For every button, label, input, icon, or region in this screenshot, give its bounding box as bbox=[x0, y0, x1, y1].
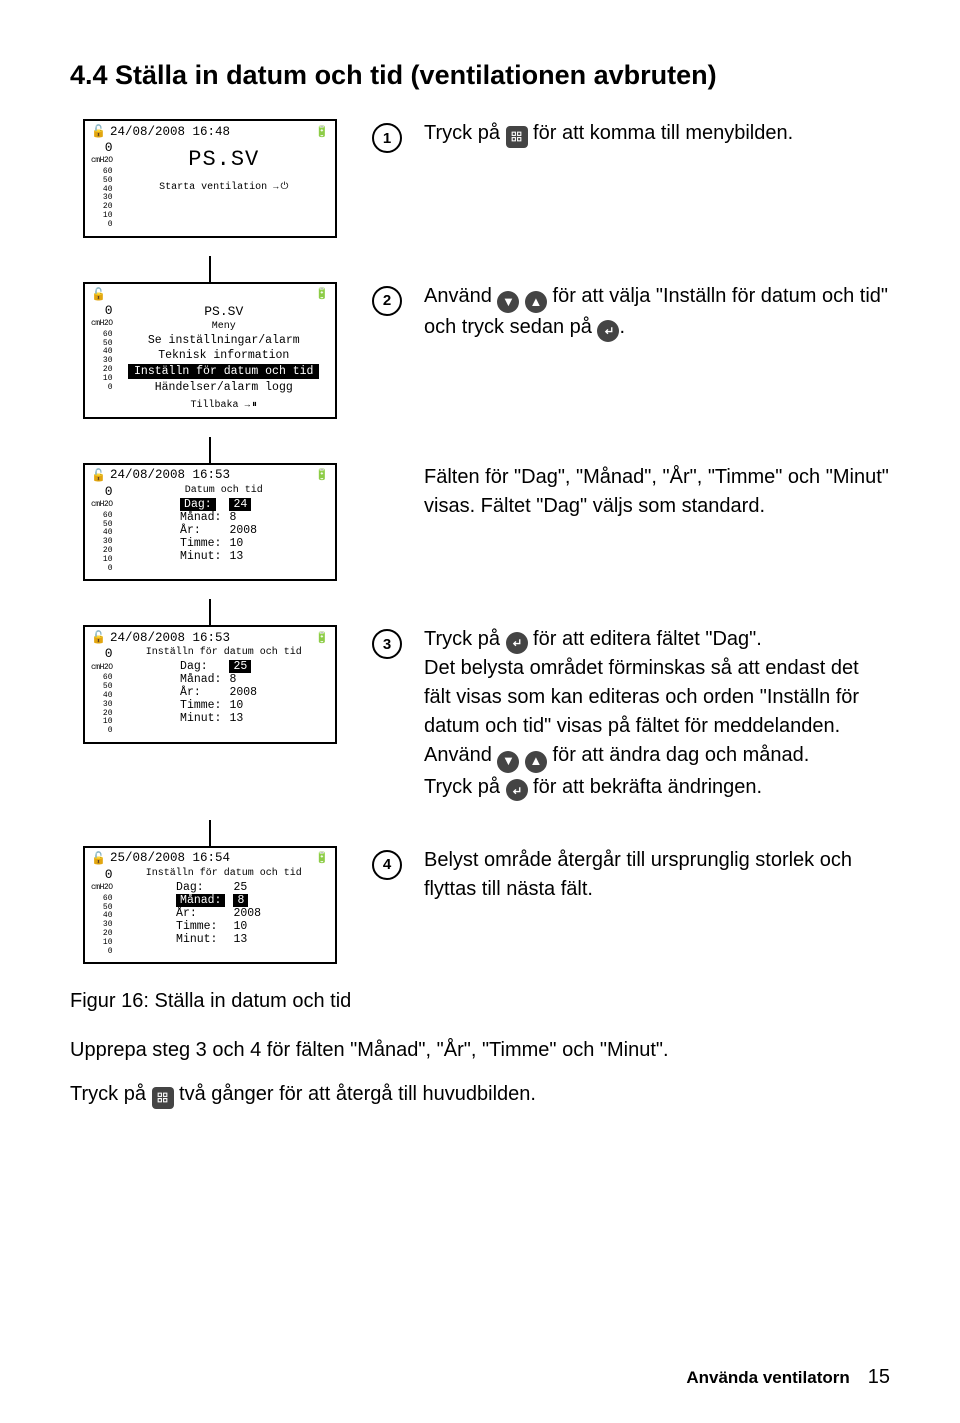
page-footer: Använda ventilatorn 15 bbox=[686, 1366, 890, 1389]
step-5-text: Belyst område återgår till ursprunglig s… bbox=[424, 846, 890, 904]
lock-icon: 🔓 bbox=[91, 468, 106, 483]
y-axis: 0 cmH2O 605040 302010 0 bbox=[91, 868, 113, 957]
screen-timestamp: 24/08/2008 16:48 bbox=[110, 125, 230, 139]
battery-icon: 🔋 bbox=[315, 851, 329, 865]
step-1-text: Tryck på för att komma till menybilden. bbox=[424, 119, 890, 148]
screen-timestamp: 24/08/2008 16:53 bbox=[110, 631, 230, 645]
screen-2-menu: 🔓 🔋 0 cmH2O 605040 302010 0 PS.SV Meny S… bbox=[83, 282, 337, 419]
y-axis: 0 cmH2O 605040 302010 0 bbox=[91, 485, 113, 574]
battery-icon: 🔋 bbox=[315, 125, 329, 139]
bottom-para-2: Tryck på två gånger för att återgå till … bbox=[70, 1079, 890, 1109]
bottom-para-1: Upprepa steg 3 och 4 för fälten "Månad",… bbox=[70, 1035, 890, 1065]
lock-icon: 🔓 bbox=[91, 851, 106, 866]
enter-button-icon bbox=[506, 632, 528, 654]
down-button-icon: ▼ bbox=[497, 291, 519, 313]
screen-4-edit-day: 🔓 24/08/2008 16:53 🔋 0 cmH2O 605040 3020… bbox=[83, 625, 337, 744]
y-axis: 0 cmH2O 605040 302010 0 bbox=[91, 647, 113, 736]
step-badge-1: 1 bbox=[372, 123, 402, 153]
step-badge-3: 3 bbox=[372, 629, 402, 659]
menu-button-icon bbox=[506, 126, 528, 148]
figure-caption: Figur 16: Ställa in datum och tid bbox=[70, 990, 890, 1013]
menu-item: Händelser/alarm logg bbox=[117, 381, 331, 394]
datetime-table: Dag:25 Månad:8 År:2008 Timme:10 Minut:13 bbox=[172, 881, 275, 946]
screen-footer: Tillbaka →⏸ bbox=[191, 396, 257, 411]
step-4-text: Tryck på för att editera fältet "Dag". D… bbox=[424, 625, 890, 801]
battery-icon: 🔋 bbox=[315, 631, 329, 645]
lock-icon: 🔓 bbox=[91, 124, 106, 139]
enter-button-icon bbox=[506, 779, 528, 801]
lock-icon: 🔓 bbox=[91, 630, 106, 645]
screen-3-datetime: 🔓 24/08/2008 16:53 🔋 0 cmH2O 605040 3020… bbox=[83, 463, 337, 582]
battery-icon: 🔋 bbox=[315, 468, 329, 482]
mode-label: PS.SV bbox=[188, 141, 259, 176]
menu-button-icon bbox=[152, 1087, 174, 1109]
lock-icon: 🔓 bbox=[91, 287, 106, 302]
section-heading: 4.4 Ställa in datum och tid (ventilation… bbox=[70, 60, 890, 91]
y-axis: 0 cmH2O 605040 302010 0 bbox=[91, 304, 113, 411]
screen-footer: Starta ventilation →⏻ bbox=[159, 178, 288, 193]
step-badge-2: 2 bbox=[372, 286, 402, 316]
screen-1-home: 🔓 24/08/2008 16:48 🔋 0 cmH2O 605040 3020… bbox=[83, 119, 337, 238]
datetime-table: Dag:25 Månad:8 År:2008 Timme:10 Minut:13 bbox=[176, 660, 271, 725]
menu-item: Teknisk information bbox=[117, 349, 331, 362]
screen-timestamp: 24/08/2008 16:53 bbox=[110, 468, 230, 482]
step-badge-4: 4 bbox=[372, 850, 402, 880]
up-button-icon: ▲ bbox=[525, 751, 547, 773]
menu-item-highlighted: Inställn för datum och tid bbox=[117, 364, 331, 379]
screen-timestamp: 25/08/2008 16:54 bbox=[110, 851, 230, 865]
enter-button-icon bbox=[597, 320, 619, 342]
menu-item: Se inställningar/alarm bbox=[117, 334, 331, 347]
down-button-icon: ▼ bbox=[497, 751, 519, 773]
up-button-icon: ▲ bbox=[525, 291, 547, 313]
y-axis: 0 cmH2O 605040 302010 0 bbox=[91, 141, 113, 230]
step-2-text: Använd ▼ ▲ för att välja "Inställn för d… bbox=[424, 282, 890, 342]
step-3-text: Fälten för "Dag", "Månad", "År", "Timme"… bbox=[424, 463, 890, 521]
datetime-table: Dag:24 Månad:8 År:2008 Timme:10 Minut:13 bbox=[176, 498, 271, 563]
screen-5-edit-month: 🔓 25/08/2008 16:54 🔋 0 cmH2O 605040 3020… bbox=[83, 846, 337, 965]
battery-icon: 🔋 bbox=[315, 287, 329, 301]
